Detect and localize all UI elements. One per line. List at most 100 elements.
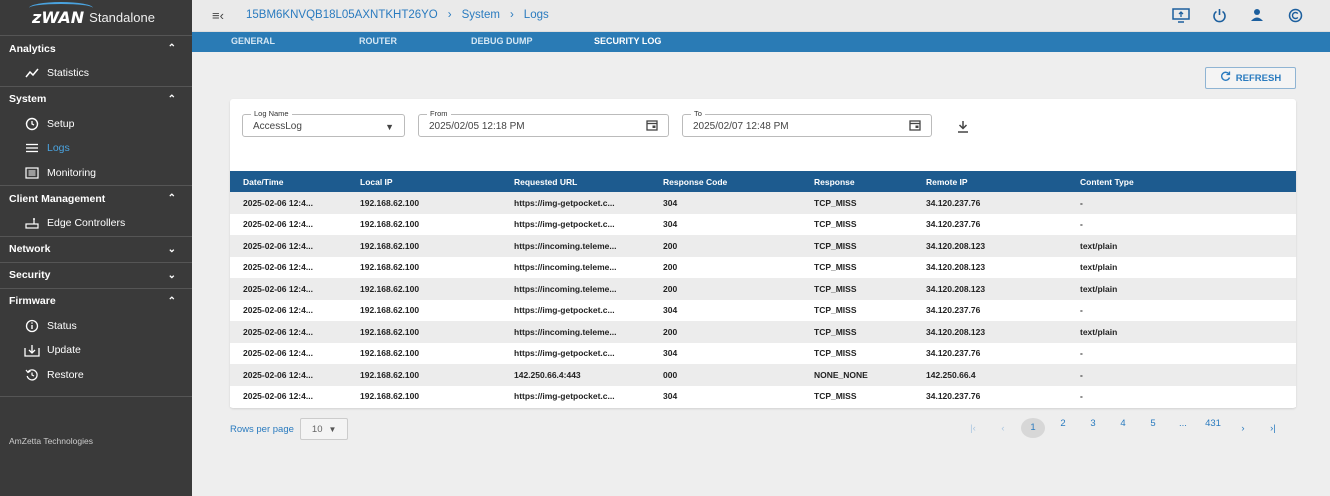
sidebar-item-edge-controllers[interactable]: Edge Controllers [0, 211, 192, 236]
column-header[interactable]: Response [801, 171, 913, 192]
router-icon [23, 217, 40, 229]
refresh-button[interactable]: REFRESH [1205, 67, 1296, 89]
tab-router[interactable]: ROUTER [359, 36, 397, 46]
table-row[interactable]: 2025-02-06 12:4... 192.168.62.100 142.250.… [230, 364, 1296, 386]
chevron-down-icon: ⌄ [167, 243, 176, 255]
tab-security-log[interactable]: SECURITY LOG [594, 36, 661, 46]
security-log-table: Date/Time Local IP Requested URL Response C… [230, 171, 1296, 407]
table-cell: - [1080, 369, 1083, 380]
column-header[interactable]: Response Code [650, 171, 801, 192]
column-header[interactable]: Date/Time [230, 171, 347, 192]
calendar-icon[interactable] [646, 119, 658, 134]
page-number[interactable]: 4 [1108, 418, 1138, 438]
table-cell: TCP_MISS [814, 391, 857, 402]
sidebar-section-system[interactable]: System ⌃ [0, 87, 192, 112]
table-cell: 2025-02-06 12:4... [243, 326, 313, 337]
table-row[interactable]: 2025-02-06 12:4... 192.168.62.100 https://… [230, 278, 1296, 300]
sidebar-section-analytics[interactable]: Analytics ⌃ [0, 36, 192, 61]
table-row[interactable]: 2025-02-06 12:4... 192.168.62.100 https://… [230, 213, 1296, 235]
table-row[interactable]: 2025-02-06 12:4... 192.168.62.100 https://… [230, 299, 1296, 321]
tab-bar: GENERAL ROUTER DEBUG DUMP SECURITY LOG [192, 32, 1330, 52]
breadcrumb-device[interactable]: 15BM6KNVQB18L05AXNTKHT26YO [246, 9, 438, 21]
sidebar-item-monitoring[interactable]: Monitoring [0, 161, 192, 186]
table-cell: 200 [663, 262, 678, 273]
tab-debug-dump[interactable]: DEBUG DUMP [471, 36, 533, 46]
table-cell: 2025-02-06 12:4... [243, 391, 313, 402]
table-cell: 34.120.237.76 [926, 391, 981, 402]
table-cell: text/plain [1080, 326, 1118, 337]
power-icon[interactable] [1210, 7, 1228, 23]
table-cell: 192.168.62.100 [360, 305, 420, 316]
table-cell: 304 [663, 197, 678, 208]
table-cell: 2025-02-06 12:4... [243, 197, 313, 208]
table-cell: text/plain [1080, 262, 1118, 273]
clock-icon [23, 117, 40, 131]
brand[interactable]: zWAN Standalone [0, 0, 192, 36]
table-row[interactable]: 2025-02-06 12:4... 192.168.62.100 https://… [230, 342, 1296, 364]
table-cell: 2025-02-06 12:4... [243, 219, 313, 230]
chevron-up-icon: ⌃ [167, 43, 176, 54]
product-name: Standalone [89, 10, 155, 25]
table-cell: https://img-getpocket.c... [514, 197, 615, 208]
sidebar-section-firmware[interactable]: Firmware ⌃ [0, 289, 192, 314]
to-date-field[interactable]: To 2025/02/07 12:48 PM [682, 109, 932, 137]
user-icon[interactable] [1248, 7, 1266, 23]
column-header[interactable]: Remote IP [913, 171, 1067, 192]
table-row[interactable]: 2025-02-06 12:4... 192.168.62.100 https://… [230, 385, 1296, 407]
from-date-field[interactable]: From 2025/02/05 12:18 PM [418, 109, 669, 137]
table-cell: TCP_MISS [814, 326, 857, 337]
sidebar-item-statistics[interactable]: Statistics [0, 61, 192, 86]
next-page-icon[interactable]: › [1228, 423, 1258, 434]
table-cell: 2025-02-06 12:4... [243, 348, 313, 359]
column-header[interactable]: Content Type [1067, 171, 1296, 192]
copyright-icon[interactable] [1286, 7, 1304, 23]
caret-down-icon: ▼ [328, 424, 337, 434]
menu-collapse-icon[interactable]: ≡‹ [212, 8, 224, 23]
page-number[interactable]: 3 [1078, 418, 1108, 438]
chevron-up-icon: ⌃ [167, 193, 176, 204]
first-page-icon[interactable]: |‹ [958, 423, 988, 434]
remote-screen-icon[interactable] [1172, 7, 1190, 23]
table-row[interactable]: 2025-02-06 12:4... 192.168.62.100 https://… [230, 192, 1296, 214]
column-header[interactable]: Requested URL [501, 171, 650, 192]
page-number[interactable]: 1 [1018, 418, 1048, 438]
table-cell: https://incoming.teleme... [514, 262, 617, 273]
sidebar-item-update[interactable]: Update [0, 338, 192, 363]
tab-general[interactable]: GENERAL [231, 36, 275, 46]
table-cell: https://incoming.teleme... [514, 283, 617, 294]
chevron-right-icon: › [447, 9, 452, 21]
sidebar-section-network[interactable]: Network ⌄ [0, 237, 192, 262]
page-number[interactable]: 2 [1048, 418, 1078, 438]
table-row[interactable]: 2025-02-06 12:4... 192.168.62.100 https://… [230, 321, 1296, 343]
table-cell: 34.120.237.76 [926, 197, 981, 208]
sidebar-section-client-management[interactable]: Client Management ⌃ [0, 186, 192, 211]
table-cell: 34.120.208.123 [926, 240, 986, 251]
table-cell: 200 [663, 283, 678, 294]
table-cell: 142.250.66.4 [926, 369, 976, 380]
pagination: |‹ ‹ 1 2 3 4 5... 431 › ›| [958, 418, 1288, 438]
column-header[interactable]: Local IP [347, 171, 501, 192]
rows-per-page-select[interactable]: 10 ▼ [299, 418, 348, 440]
table-cell: 34.120.237.76 [926, 219, 981, 230]
download-icon[interactable] [957, 120, 969, 136]
table-cell: TCP_MISS [814, 219, 857, 230]
table-cell: 192.168.62.100 [360, 391, 420, 402]
page-number[interactable]: 5 [1138, 418, 1168, 438]
table-cell: 304 [663, 305, 678, 316]
last-page-icon[interactable]: ›| [1258, 423, 1288, 434]
log-name-select[interactable]: Log Name AccessLog ▼ [242, 109, 405, 137]
table-cell: 34.120.237.76 [926, 305, 981, 316]
sidebar-item-setup[interactable]: Setup [0, 112, 192, 137]
breadcrumb-section[interactable]: System [462, 9, 500, 21]
table-cell: TCP_MISS [814, 305, 857, 316]
prev-page-icon[interactable]: ‹ [988, 423, 1018, 434]
sidebar-item-logs[interactable]: Logs [0, 136, 192, 161]
page-number[interactable]: 431 [1198, 418, 1228, 438]
calendar-icon[interactable] [909, 119, 921, 134]
table-cell: 34.120.208.123 [926, 326, 986, 337]
table-row[interactable]: 2025-02-06 12:4... 192.168.62.100 https://… [230, 256, 1296, 278]
table-row[interactable]: 2025-02-06 12:4... 192.168.62.100 https://… [230, 235, 1296, 257]
sidebar-item-restore[interactable]: Restore [0, 363, 192, 388]
sidebar-section-security[interactable]: Security ⌄ [0, 263, 192, 288]
sidebar-item-status[interactable]: Status [0, 314, 192, 339]
